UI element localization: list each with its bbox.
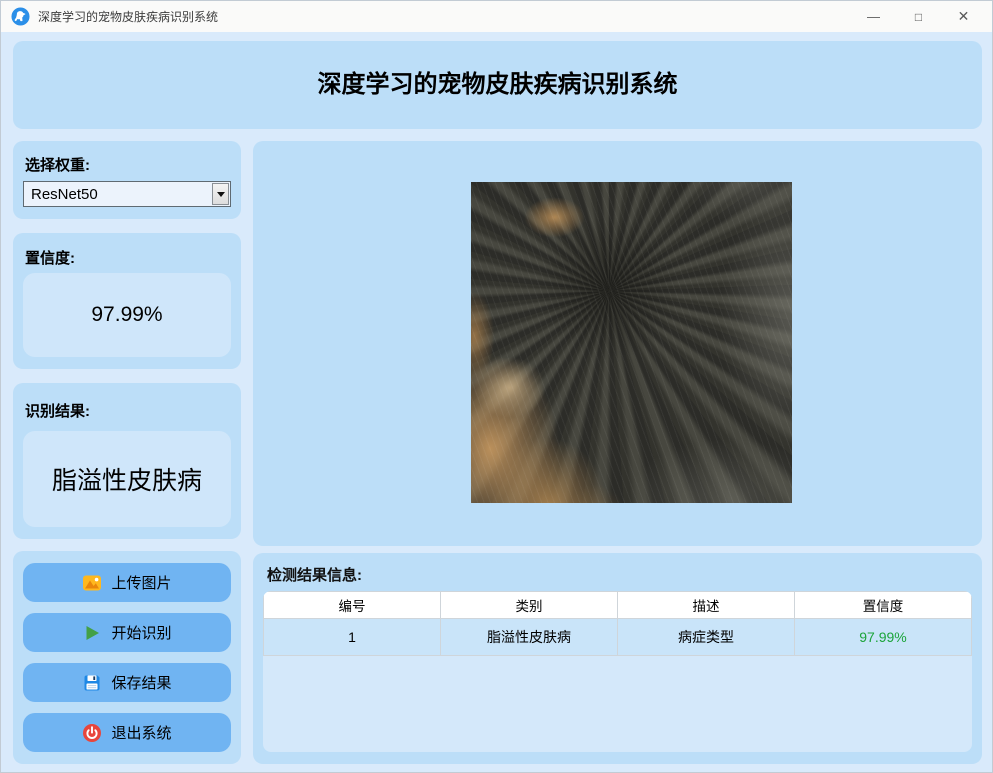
image-icon <box>82 573 102 593</box>
start-recognition-button[interactable]: 开始识别 <box>23 613 231 652</box>
cell-confidence: 97.99% <box>795 619 972 656</box>
actions-panel: 上传图片 开始识别 保存结果 <box>13 551 241 764</box>
results-table-container: 编号 类别 描述 置信度 1 脂溢性皮肤病 病症类型 97.99% <box>263 591 972 752</box>
window-controls: — □ ✕ <box>851 1 986 32</box>
weight-section: 选择权重: ResNet50 <box>13 141 241 219</box>
save-icon <box>82 673 102 693</box>
exit-system-label: 退出系统 <box>111 722 171 743</box>
uploaded-pet-skin-image <box>471 182 792 503</box>
window-title: 深度学习的宠物皮肤疾病识别系统 <box>38 8 218 25</box>
exit-system-button[interactable]: 退出系统 <box>23 713 231 752</box>
app-logo-dog-icon <box>11 7 30 26</box>
weight-selected-value: ResNet50 <box>31 186 98 203</box>
table-row[interactable]: 1 脂溢性皮肤病 病症类型 97.99% <box>264 619 972 656</box>
save-results-label: 保存结果 <box>111 672 171 693</box>
result-section: 识别结果: 脂溢性皮肤病 <box>13 383 241 539</box>
page-title: 深度学习的宠物皮肤疾病识别系统 <box>13 41 982 129</box>
column-header-category[interactable]: 类别 <box>441 592 618 619</box>
cell-category: 脂溢性皮肤病 <box>441 619 618 656</box>
combobox-dropdown-button[interactable] <box>212 183 229 205</box>
header-panel: 深度学习的宠物皮肤疾病识别系统 <box>13 41 982 129</box>
results-info-label: 检测结果信息: <box>267 564 362 585</box>
cell-description: 病症类型 <box>618 619 795 656</box>
cell-id: 1 <box>264 619 441 656</box>
chevron-down-icon <box>217 192 225 197</box>
start-recognition-label: 开始识别 <box>111 622 171 643</box>
minimize-button[interactable]: — <box>851 1 896 32</box>
weight-select[interactable]: ResNet50 <box>23 181 231 207</box>
titlebar: 深度学习的宠物皮肤疾病识别系统 — □ ✕ <box>1 1 992 32</box>
app-window: 深度学习的宠物皮肤疾病识别系统 — □ ✕ 深度学习的宠物皮肤疾病识别系统 选择… <box>0 0 993 773</box>
results-table: 编号 类别 描述 置信度 1 脂溢性皮肤病 病症类型 97.99% <box>263 591 972 656</box>
confidence-label: 置信度: <box>25 247 75 268</box>
column-header-id[interactable]: 编号 <box>264 592 441 619</box>
save-results-button[interactable]: 保存结果 <box>23 663 231 702</box>
confidence-section: 置信度: 97.99% <box>13 233 241 369</box>
result-label: 识别结果: <box>25 400 90 421</box>
upload-image-label: 上传图片 <box>111 572 171 593</box>
column-header-confidence[interactable]: 置信度 <box>795 592 972 619</box>
weight-label: 选择权重: <box>25 154 90 175</box>
column-header-description[interactable]: 描述 <box>618 592 795 619</box>
upload-image-button[interactable]: 上传图片 <box>23 563 231 602</box>
result-value: 脂溢性皮肤病 <box>23 431 231 527</box>
close-button[interactable]: ✕ <box>941 1 986 32</box>
table-header-row: 编号 类别 描述 置信度 <box>264 592 972 619</box>
confidence-value: 97.99% <box>23 273 231 357</box>
results-panel: 检测结果信息: 编号 类别 描述 置信度 1 脂溢性皮肤病 病症类型 <box>253 553 982 764</box>
play-icon <box>82 623 102 643</box>
power-icon <box>82 723 102 743</box>
image-display-panel <box>253 141 982 546</box>
maximize-button[interactable]: □ <box>896 1 941 32</box>
